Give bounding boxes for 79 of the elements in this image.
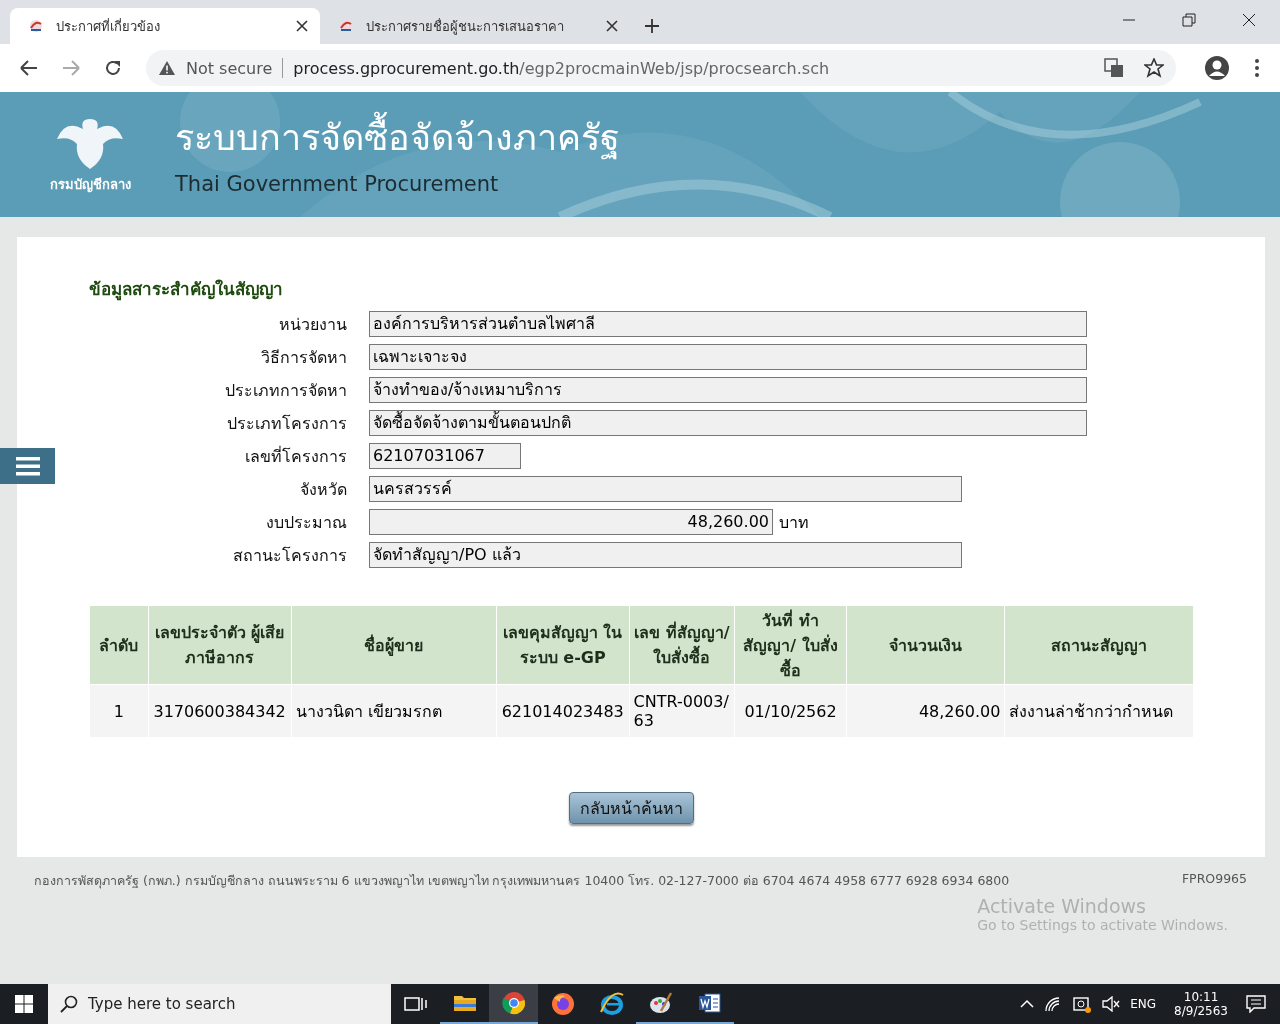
section-title: ข้อมูลสาระสำคัญในสัญญา	[89, 278, 284, 302]
table-cell: CNTR-0003/63	[629, 685, 735, 737]
fox-browser-icon	[550, 992, 575, 1016]
table-cell: ส่งงานล่าช้ากว่ากำหนด	[1005, 685, 1193, 737]
browser-icon	[501, 991, 526, 1015]
column-header: ชื่อผู้ขาย	[291, 606, 496, 684]
field-label: ประเภทโครงการ	[226, 412, 348, 435]
more-icon[interactable]	[1254, 58, 1260, 78]
menu-button[interactable]	[0, 448, 55, 484]
field-label: งบประมาณ	[265, 511, 348, 534]
column-header: เลขประจำตัว ผู้เสียภาษีอากร	[148, 606, 291, 684]
windows-icon	[15, 995, 33, 1013]
column-header: ลำดับ	[90, 606, 148, 684]
field-label: วิธีการจัดหา	[260, 346, 348, 369]
table-cell: นางวนิดา เขียวมรกต	[291, 685, 496, 737]
close-icon[interactable]	[606, 20, 618, 32]
new-tab-icon[interactable]	[644, 18, 660, 34]
document-app-icon	[697, 991, 722, 1015]
table-cell: 3170600384342	[148, 685, 291, 737]
clock-time: 10:11	[1182, 990, 1220, 1004]
readonly-field[interactable]: 62107031067	[369, 443, 521, 469]
field-label: เลขที่โครงการ	[244, 445, 348, 468]
account-icon[interactable]	[1204, 55, 1230, 81]
back-button[interactable]: กลับหน้าค้นหา	[568, 792, 694, 824]
site-title: ระบบการจัดซื้อจัดจ้างภาครัฐ	[175, 113, 620, 162]
browser-tab[interactable]: ประกาศรายชื่อผู้ชนะการเสนอราคา	[320, 8, 630, 44]
readonly-field[interactable]: จัดซื้อจัดจ้างตามขั้นตอนปกติ	[369, 410, 1087, 436]
column-header: วันที่ ทำสัญญา/ ใบสั่งซื้อ	[735, 606, 846, 684]
browser-tab[interactable]: ประกาศที่เกี่ยวข้อง	[10, 8, 320, 44]
menu-icon	[15, 456, 40, 476]
site-subtitle: Thai Government Procurement	[175, 171, 500, 196]
page-code: FPRO9965	[1181, 871, 1247, 888]
logo-text: กรมบัญชีกลาง	[49, 176, 131, 195]
site-icon	[338, 18, 354, 34]
reload-icon[interactable]	[104, 59, 122, 77]
close-icon[interactable]	[1242, 13, 1256, 27]
clock-date: 8/9/2563	[1174, 1004, 1228, 1018]
device-icon[interactable]	[1072, 995, 1093, 1013]
readonly-field[interactable]: องค์การบริหารส่วนตำบลไพศาลี	[369, 311, 1087, 337]
chevron-up-icon[interactable]	[1020, 999, 1035, 1009]
taskbar-app-button[interactable]	[489, 984, 538, 1024]
readonly-field[interactable]: จัดทำสัญญา/PO แล้ว	[369, 542, 962, 568]
security-label: Not secure	[186, 58, 273, 78]
readonly-field[interactable]: จ้างทำของ/จ้างเหมาบริการ	[369, 377, 1087, 403]
field-label: ประเภทการจัดหา	[224, 379, 348, 402]
table-cell: 1	[90, 685, 148, 737]
field-label: หน่วยงาน	[278, 313, 348, 336]
field-label: จังหวัด	[299, 478, 348, 501]
translate-icon[interactable]	[1104, 58, 1124, 78]
site-icon	[28, 18, 44, 34]
url-text: process.gprocurement.go.th/egp2procmainWeb/jsp/procsearch.sch	[293, 58, 830, 78]
table-cell: 48,260.00	[846, 685, 1005, 737]
e-browser-icon	[599, 992, 624, 1016]
footer-text: กองการพัสดุภาครัฐ (กพภ.) กรมบัญชีกลาง ถนนพระราม 6 แขวงพญาไท เขตพญาไท กรุงเทพมหานคร 10400 โทร. 02-127-7000 ต่อ 6704 4674 4958 6777 6928 6934 6800	[34, 872, 1010, 891]
readonly-field[interactable]: เฉพาะเจาะจง	[369, 344, 1087, 370]
notifications-icon[interactable]	[1246, 995, 1266, 1013]
readonly-field[interactable]: 48,260.00	[369, 509, 773, 535]
column-header: เลขคุมสัญญา ในระบบ e-GP	[496, 606, 629, 684]
address-field[interactable]: Not secure process.gprocurement.go.th/egp2procmainWeb/jsp/procsearch.sch	[146, 50, 1176, 86]
palette-icon	[648, 991, 673, 1015]
field-label: สถานะโครงการ	[232, 544, 348, 567]
unit-label: บาท	[779, 511, 809, 534]
table-cell: 621014023483	[496, 685, 629, 737]
column-header: เลข ที่สัญญา/ ใบสั่งซื้อ	[629, 606, 735, 684]
star-icon[interactable]	[1144, 58, 1164, 78]
close-icon[interactable]	[296, 20, 308, 32]
column-header: สถานะสัญญา	[1005, 606, 1193, 684]
column-header: จำนวนเงิน	[846, 606, 1005, 684]
language-indicator[interactable]: ENG	[1130, 997, 1157, 1011]
warning-icon	[158, 60, 176, 76]
clock[interactable]: 10:11 8/9/2563	[1174, 990, 1228, 1018]
search-icon	[60, 995, 78, 1013]
muted-speaker-icon[interactable]	[1102, 996, 1121, 1012]
back-arrow-icon[interactable]	[20, 60, 38, 76]
readonly-field[interactable]: นครสวรรค์	[369, 476, 962, 502]
table-cell: 01/10/2562	[735, 685, 846, 737]
restore-icon[interactable]	[1182, 13, 1196, 27]
task-view-icon	[404, 997, 427, 1011]
search-field[interactable]: Type here to search	[48, 984, 391, 1024]
